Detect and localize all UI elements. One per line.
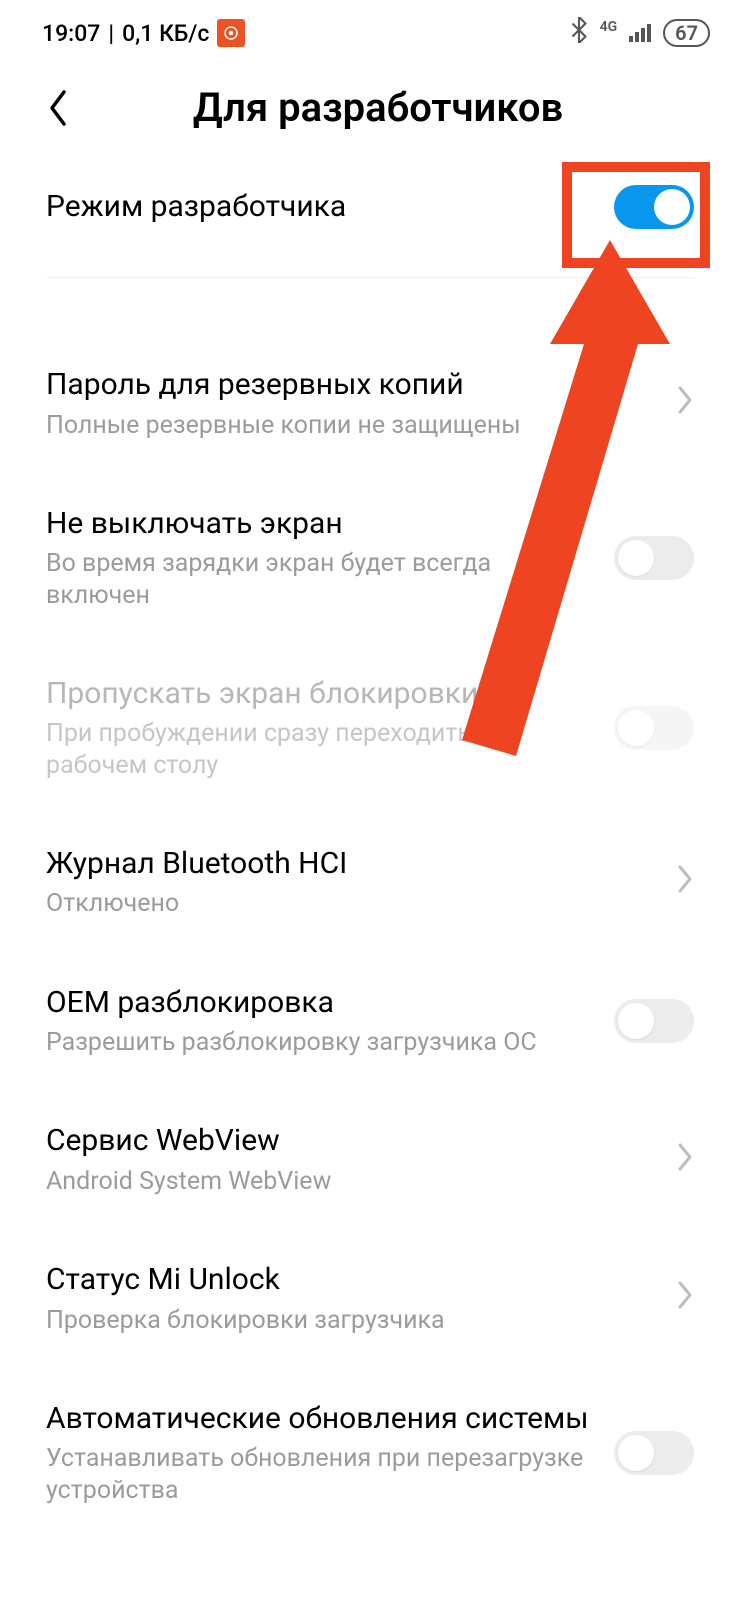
webview-sub: Android System WebView <box>46 1166 656 1197</box>
developer-mode-toggle[interactable] <box>614 185 694 229</box>
auto-update-label: Автоматические обновления системы <box>46 1400 594 1438</box>
developer-mode-label: Режим разработчика <box>46 188 594 226</box>
auto-update-toggle[interactable] <box>614 1431 694 1475</box>
backup-password-label: Пароль для резервных копий <box>46 366 656 404</box>
bluetooth-icon <box>570 17 588 49</box>
settings-list: Режим разработчика Пароль для резервных … <box>0 145 740 1538</box>
back-button[interactable] <box>36 86 80 130</box>
chevron-right-icon <box>676 382 694 424</box>
mi-unlock-label: Статус Mi Unlock <box>46 1261 656 1299</box>
skip-lock-toggle <box>614 706 694 750</box>
row-bluetooth-hci[interactable]: Журнал Bluetooth HCI Отключено <box>0 813 740 952</box>
page-title: Для разработчиков <box>80 84 676 131</box>
chevron-right-icon <box>676 1139 694 1181</box>
webview-label: Сервис WebView <box>46 1122 656 1160</box>
skip-lock-sub: При пробуждении сразу переходить к рабоч… <box>46 718 594 781</box>
status-time: 19:07 <box>42 20 100 47</box>
oem-unlock-label: OEM разблокировка <box>46 984 594 1022</box>
row-backup-password[interactable]: Пароль для резервных копий Полные резерв… <box>0 334 740 473</box>
backup-password-sub: Полные резервные копии не защищены <box>46 410 656 441</box>
row-webview-service[interactable]: Сервис WebView Android System WebView <box>0 1090 740 1229</box>
page-header: Для разработчиков <box>0 56 740 145</box>
row-developer-mode[interactable]: Режим разработчика <box>0 145 740 277</box>
row-oem-unlock[interactable]: OEM разблокировка Разрешить разблокировк… <box>0 952 740 1091</box>
row-mi-unlock[interactable]: Статус Mi Unlock Проверка блокировки заг… <box>0 1229 740 1368</box>
signal-icon <box>629 24 651 42</box>
app-notification-icon <box>217 19 245 47</box>
stay-awake-sub: Во время зарядки экран будет всегда вклю… <box>46 548 594 611</box>
row-auto-system-update[interactable]: Автоматические обновления системы Устана… <box>0 1368 740 1538</box>
row-skip-lock-screen: Пропускать экран блокировки При пробужде… <box>0 643 740 813</box>
status-bar: 19:07 | 0,1 КБ/с 4G 67 <box>0 0 740 56</box>
skip-lock-label: Пропускать экран блокировки <box>46 675 594 713</box>
battery-indicator: 67 <box>663 19 710 47</box>
oem-unlock-toggle[interactable] <box>614 999 694 1043</box>
oem-unlock-sub: Разрешить разблокировку загрузчика ОС <box>46 1027 594 1058</box>
status-sep: | <box>108 20 114 47</box>
bluetooth-hci-label: Журнал Bluetooth HCI <box>46 845 656 883</box>
status-right: 4G 67 <box>570 17 710 49</box>
chevron-right-icon <box>676 1277 694 1319</box>
auto-update-sub: Устанавливать обновления при перезагрузк… <box>46 1443 594 1506</box>
network-type: 4G <box>600 20 618 34</box>
mi-unlock-sub: Проверка блокировки загрузчика <box>46 1305 656 1336</box>
row-stay-awake[interactable]: Не выключать экран Во время зарядки экра… <box>0 473 740 643</box>
bluetooth-hci-sub: Отключено <box>46 888 656 919</box>
stay-awake-toggle[interactable] <box>614 536 694 580</box>
stay-awake-label: Не выключать экран <box>46 505 594 543</box>
chevron-right-icon <box>676 861 694 903</box>
status-speed: 0,1 КБ/с <box>122 20 209 47</box>
status-left: 19:07 | 0,1 КБ/с <box>42 19 245 47</box>
